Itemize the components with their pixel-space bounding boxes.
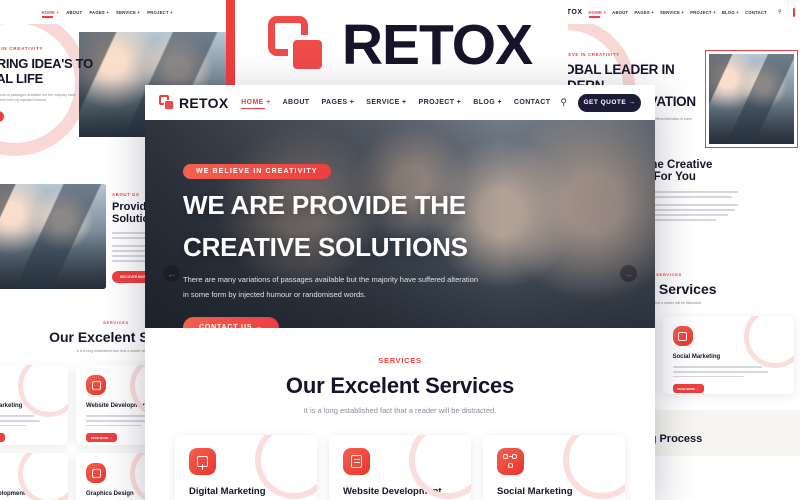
read-more-button[interactable]: READ MORE → <box>86 433 117 443</box>
main-brand-name: RETOX <box>179 94 229 111</box>
right-hero-photo <box>705 50 798 148</box>
hero-heading-line-2: CREATIVE SOLUTIONS <box>183 231 468 262</box>
right-nav-item-about[interactable]: ABOUT <box>612 10 628 15</box>
search-icon[interactable]: ⚲ <box>778 9 782 15</box>
code-document-icon <box>343 448 370 475</box>
retox-squares-logo-icon <box>159 95 174 110</box>
service-card[interactable]: Digital Marketing READ MORE → <box>0 365 68 445</box>
left-page-nav: HOME + ABOUT PAGES + SERVICE + PROJECT +… <box>0 0 232 24</box>
brand-banner: RETOX <box>232 0 568 90</box>
service-card[interactable]: Website Development <box>329 435 471 500</box>
left-hero-eyebrow: WE BELIEVE IN CREATIVITY <box>0 46 44 51</box>
right-page-nav: RETOX HOME + ABOUT PAGES + SERVICE + PRO… <box>538 0 800 24</box>
left-nav-item-service[interactable]: SERVICE + <box>116 10 140 15</box>
hero-badge: WE BELIEVE IN CREATIVITY <box>183 164 331 179</box>
left-nav-item-blog[interactable]: BLOG + <box>180 10 197 15</box>
hero-heading-line-1: WE ARE PROVIDE THE <box>183 190 466 220</box>
right-nav-item-contact[interactable]: CONTACT <box>745 10 767 15</box>
services-title: Our Excelent Services <box>285 373 515 398</box>
phone-icon <box>792 7 795 17</box>
code-document-icon <box>86 375 106 395</box>
design-icon <box>86 463 106 483</box>
left-about-photo <box>0 184 106 289</box>
left-hero-cta-button[interactable]: CONTACT US → <box>0 110 4 122</box>
main-website-mockup: RETOX HOME + ABOUT PAGES + SERVICE + PRO… <box>145 85 655 500</box>
services-subtitle: It is a long established fact that a rea… <box>303 406 497 415</box>
brand-strip-red-accent <box>226 0 235 90</box>
services-section: SERVICES Our Excelent Services It is a l… <box>145 328 655 415</box>
read-more-button[interactable]: READ MORE → <box>672 384 704 394</box>
nav-item-pages[interactable]: PAGES + <box>321 99 354 106</box>
right-nav-item-service[interactable]: SERVICE + <box>660 10 684 15</box>
service-card[interactable]: Digital Marketing <box>175 435 317 500</box>
left-hero-heading-1: WE BRING IDEA'S TO <box>0 56 93 71</box>
nav-item-contact[interactable]: CONTACT <box>514 99 551 106</box>
nav-item-home[interactable]: HOME + <box>241 99 270 109</box>
search-icon[interactable]: ⚲ <box>560 97 567 108</box>
hero-contact-us-button[interactable]: CONTACT US → <box>183 316 279 328</box>
brand-banner-name: RETOX <box>341 12 533 77</box>
services-eyebrow: SERVICES <box>378 356 422 365</box>
read-more-button[interactable]: READ MORE → <box>0 433 5 443</box>
network-share-icon <box>672 326 693 346</box>
left-nav-item-home[interactable]: HOME + <box>41 10 60 18</box>
service-card[interactable]: App Development READ MORE → <box>0 453 68 500</box>
left-nav-item-project[interactable]: PROJECT + <box>147 10 173 15</box>
right-hero-eyebrow: WE BELIEVE IN CREATIVITY <box>546 52 620 57</box>
right-nav-item-pages[interactable]: PAGES + <box>634 10 654 15</box>
hero-content: WE BELIEVE IN CREATIVITY WE ARE PROVIDE … <box>183 160 635 328</box>
right-nav-item-home[interactable]: HOME + <box>588 10 607 18</box>
nav-item-about[interactable]: ABOUT <box>283 99 310 106</box>
main-header: RETOX HOME + ABOUT PAGES + SERVICE + PRO… <box>145 85 655 120</box>
slider-next-arrow-icon[interactable]: → <box>620 265 637 282</box>
slider-prev-arrow-icon[interactable]: ← <box>163 265 180 282</box>
left-nav-item-pages[interactable]: PAGES + <box>89 10 109 15</box>
hero-paragraph: There are many variations of passages av… <box>183 275 479 299</box>
nav-item-blog[interactable]: BLOG + <box>473 99 502 106</box>
service-card[interactable]: Social Marketing READ MORE → <box>662 316 794 394</box>
screenshot-stage: HOME + ABOUT PAGES + SERVICE + PROJECT +… <box>0 0 800 500</box>
megaphone-icon <box>189 448 216 475</box>
main-nav-menu: HOME + ABOUT PAGES + SERVICE + PROJECT +… <box>241 99 551 109</box>
services-card-grid: Digital Marketing Website Development So… <box>145 435 655 500</box>
retox-squares-logo-icon <box>267 16 328 74</box>
network-share-icon <box>497 448 524 475</box>
main-logo[interactable]: RETOX <box>159 95 228 111</box>
get-quote-button[interactable]: GET QUOTE → <box>578 93 641 112</box>
left-hero-heading-2: DIGITAL LIFE <box>0 71 43 87</box>
nav-item-project[interactable]: PROJECT + <box>419 99 462 106</box>
left-hero-paragraph: There are many variations of passages av… <box>0 92 76 103</box>
left-nav-item-contact[interactable]: CONTACT <box>204 10 226 15</box>
hero-slider: ← → WE BELIEVE IN CREATIVITY WE ARE PROV… <box>145 120 655 328</box>
left-nav-item-about[interactable]: ABOUT <box>66 10 82 15</box>
right-nav-item-project[interactable]: PROJECT + <box>690 10 716 15</box>
service-card[interactable]: Social Marketing <box>483 435 625 500</box>
right-nav-item-blog[interactable]: BLOG + <box>722 10 739 15</box>
nav-item-service[interactable]: SERVICE + <box>366 99 406 106</box>
